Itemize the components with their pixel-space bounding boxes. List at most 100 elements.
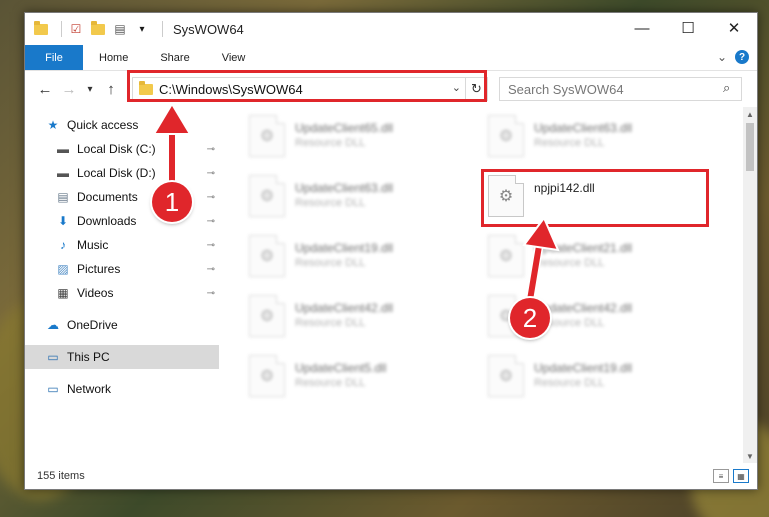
sidebar-item-videos[interactable]: ▦ Videos ⊸ [25,281,219,305]
file-item[interactable]: ⚙ UpdateClient5.dll Resource DLL [249,355,479,405]
sidebar-item-label: Downloads [77,214,137,228]
help-icon[interactable]: ? [735,50,749,64]
maximize-button[interactable]: ☐ [665,13,711,43]
properties-icon[interactable]: ☑ [68,21,84,37]
network-icon: ▭ [47,382,59,396]
sidebar-item-label: Documents [77,190,138,204]
pin-icon[interactable]: ⊸ [207,168,215,179]
scroll-thumb[interactable] [746,123,754,171]
tab-share[interactable]: Share [144,45,205,70]
file-item[interactable]: ⚙ UpdateClient21.dll Resource DLL [488,235,718,285]
ribbon-controls: ⌄ ? [717,50,749,64]
toolbar-divider [61,21,62,37]
file-name: UpdateClient63.dll [295,181,394,195]
dll-file-icon: ⚙ [249,355,285,397]
file-highlight [481,169,709,227]
sidebar-item-music[interactable]: ♪ Music ⊸ [25,233,219,257]
file-name: UpdateClient65.dll [295,121,394,135]
search-icon: ⌕ [723,80,731,95]
scroll-down-icon[interactable]: ▼ [743,449,757,463]
sidebar-item-label: Pictures [77,262,121,276]
pin-icon[interactable]: ⊸ [207,264,215,275]
search-input[interactable]: Search SysWOW64 [499,77,742,101]
dll-file-icon: ⚙ [249,175,285,217]
file-tab[interactable]: File [25,45,83,70]
file-type: Resource DLL [534,257,605,269]
file-text: UpdateClient19.dll Resource DLL [534,355,632,389]
documents-icon: ▤ [57,190,69,204]
tab-view[interactable]: View [206,45,262,70]
minimize-button[interactable]: — [619,13,665,43]
dll-file-icon: ⚙ [488,115,524,157]
view-buttons: ≡ ▦ [713,469,749,483]
customize-toolbar-button[interactable]: ▾ [134,21,150,37]
title-bar: ☑ ▤ ▾ SysWOW64 — ☐ ✕ [25,13,757,45]
rename-icon[interactable]: ▤ [112,21,128,37]
caption-buttons: — ☐ ✕ [619,13,757,43]
pin-icon[interactable]: ⊸ [207,216,215,227]
sidebar-item-label: Network [67,382,112,396]
file-item[interactable]: ⚙ UpdateClient19.dll Resource DLL [488,355,718,405]
file-text: UpdateClient19.dll Resource DLL [295,235,393,269]
window-title: SysWOW64 [173,21,244,37]
close-button[interactable]: ✕ [711,13,757,43]
forward-button[interactable]: → [57,77,81,101]
content-area: ★ Quick access ▬ Local Disk (C:) ⊸ ▬ Local Dis… [25,107,757,463]
file-name: UpdateClient63.dll [534,121,633,135]
pin-icon[interactable]: ⊸ [207,192,215,203]
sidebar-item-onedrive[interactable]: ☁ OneDrive [25,313,219,337]
file-type: Resource DLL [295,377,366,389]
details-view-icon[interactable]: ≡ [713,469,729,483]
dll-file-icon: ⚙ [249,295,285,337]
sidebar-item-label: Music [77,238,109,252]
tab-home[interactable]: Home [83,45,144,70]
file-item[interactable]: ⚙ UpdateClient42.dll Resource DLL [249,295,479,345]
pin-icon[interactable]: ⊸ [207,288,215,299]
file-type: Resource DLL [534,137,605,149]
file-text: UpdateClient5.dll Resource DLL [295,355,386,389]
scroll-up-icon[interactable]: ▲ [743,107,757,121]
recent-locations-button[interactable]: ▾ [81,77,99,101]
file-type: Resource DLL [295,257,366,269]
computer-icon: ▭ [47,350,59,364]
new-folder-icon[interactable] [90,20,106,37]
file-item[interactable]: ⚙ UpdateClient65.dll Resource DLL [249,115,479,165]
sidebar-item-quick-access[interactable]: ★ Quick access [25,113,219,137]
file-item[interactable]: ⚙ UpdateClient19.dll Resource DLL [249,235,479,285]
file-name: UpdateClient42.dll [295,301,394,315]
pin-icon[interactable]: ⊸ [207,240,215,251]
pin-icon[interactable]: ⊸ [207,144,215,155]
status-bar: 155 items ≡ ▦ [25,463,757,489]
file-type: Resource DLL [534,377,605,389]
sidebar-item-network[interactable]: ▭ Network [25,377,219,401]
sidebar-item-local-disk-d[interactable]: ▬ Local Disk (D:) ⊸ [25,161,219,185]
address-bar-highlight [127,70,487,102]
sidebar-item-this-pc[interactable]: ▭ This PC [25,345,219,369]
sidebar-item-label: Local Disk (D:) [77,166,156,180]
sidebar-item-local-disk-c[interactable]: ▬ Local Disk (C:) ⊸ [25,137,219,161]
toolbar-divider [162,21,163,37]
file-name: UpdateClient19.dll [534,361,633,375]
sidebar-item-label: OneDrive [67,318,118,332]
file-name: UpdateClient19.dll [295,241,394,255]
file-type: Resource DLL [295,197,366,209]
expand-ribbon-icon[interactable]: ⌄ [717,50,727,64]
back-button[interactable]: ← [33,77,57,101]
tiles-view-icon[interactable]: ▦ [733,469,749,483]
dll-file-icon: ⚙ [249,115,285,157]
item-count: 155 items [37,470,85,482]
up-button[interactable]: ↑ [99,77,123,101]
file-text: UpdateClient63.dll Resource DLL [295,175,393,209]
sidebar-item-pictures[interactable]: ▨ Pictures ⊸ [25,257,219,281]
sidebar-item-downloads[interactable]: ⬇ Downloads ⊸ [25,209,219,233]
file-item[interactable]: ⚙ UpdateClient63.dll Resource DLL [488,115,718,165]
drive-icon: ▬ [57,142,69,156]
folder-icon [33,20,49,37]
cloud-icon: ☁ [47,318,59,332]
vertical-scrollbar[interactable]: ▲ ▼ [743,107,757,463]
drive-icon: ▬ [57,166,69,180]
step-2-badge: 2 [510,298,550,338]
file-item[interactable]: ⚙ UpdateClient63.dll Resource DLL [249,175,479,225]
music-icon: ♪ [60,238,66,252]
ribbon: File Home Share View ⌄ ? [25,45,757,71]
